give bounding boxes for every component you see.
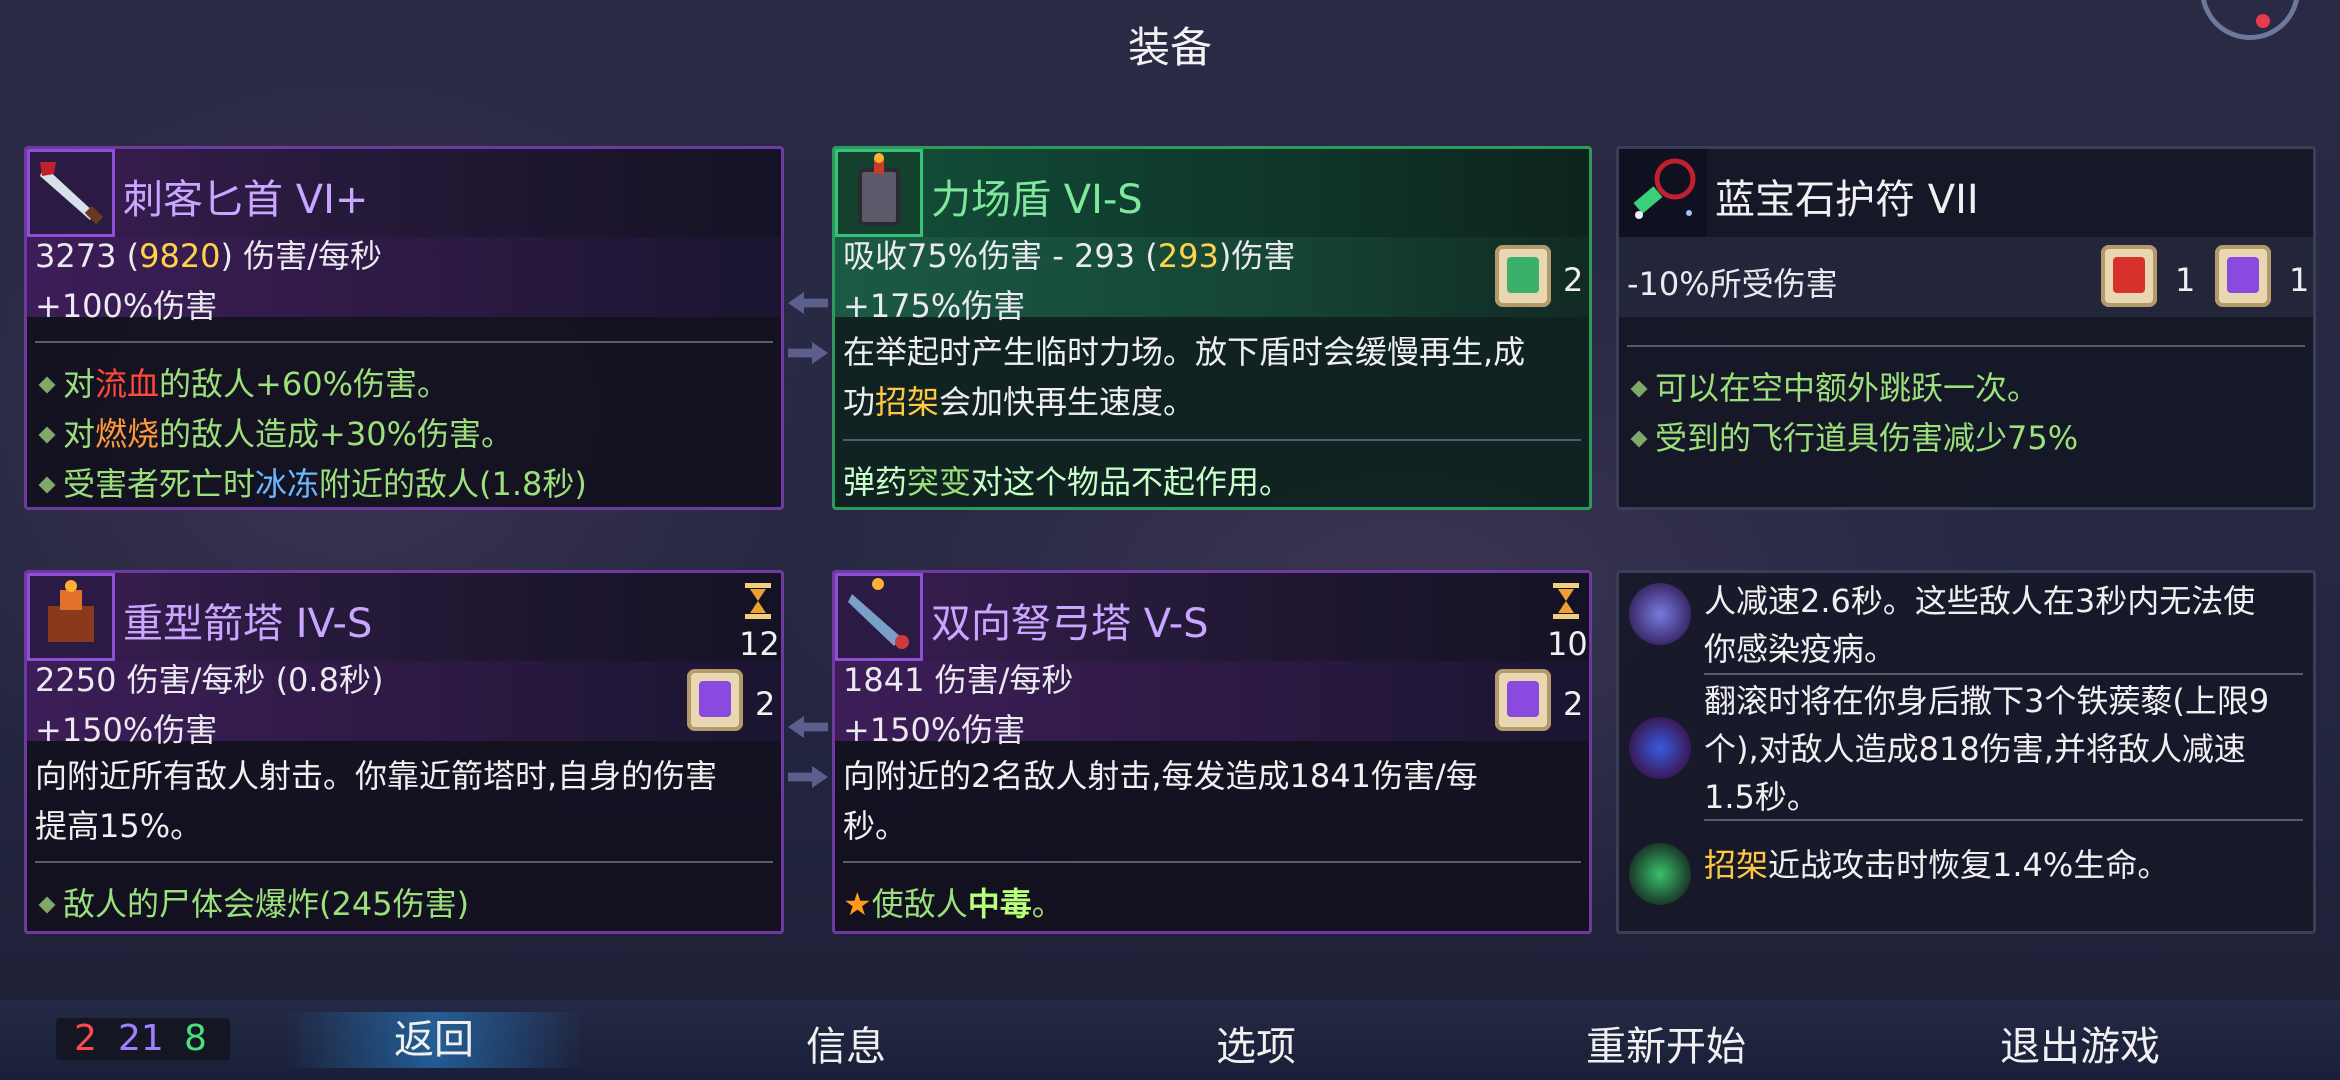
page-title: 装备 (1127, 23, 1212, 72)
crossbow-icon (835, 573, 923, 661)
tactics-scroll-icon (2215, 245, 2271, 307)
damage-bonus: +100%伤害 (35, 287, 218, 325)
tactics-scroll-icon (1495, 669, 1551, 731)
scroll-count: 2 (755, 685, 776, 723)
item-name: 刺客匕首 VI+ (123, 177, 369, 223)
bullet-icon (38, 376, 56, 394)
cooldown-value: 12 (739, 625, 780, 663)
tactics-scroll-icon (687, 669, 743, 731)
bullet-icon (1630, 430, 1648, 448)
divider (843, 439, 1581, 441)
amulet-icon (1619, 149, 1707, 237)
item-description: 向附近的2名敌人射击,每发造成1841伤害/每 秒。 (843, 757, 1478, 845)
caltrops-mutation-icon (1629, 717, 1691, 779)
divider (843, 861, 1581, 863)
affix-freeze: 受害者死亡时冰冻附近的敌人(1.8秒) (35, 459, 587, 505)
green-count: 8 (184, 1018, 207, 1059)
item-card-double-crossbow[interactable]: 双向弩弓塔 V-S 10 1841 伤害/每秒 +150%伤害 2 向附近的2名… (832, 570, 1592, 934)
turret-icon (27, 573, 115, 661)
star-icon: ★ (843, 885, 872, 923)
damage-bonus: +150%伤害 (843, 711, 1026, 749)
divider (35, 861, 773, 863)
quit-button[interactable]: 退出游戏 (1930, 1014, 2230, 1072)
affix-poison: ★使敌人中毒。 (843, 885, 1064, 923)
bullet-icon (38, 896, 56, 914)
scroll-count: 2 (1563, 261, 1584, 299)
damage-reduction: -10%所受伤害 (1627, 265, 1838, 303)
item-description: 在举起时产生临时力场。放下盾时会缓慢再生,成 功招架会加快再生速度。 (843, 333, 1526, 421)
affix-corpse-explode: 敌人的尸体会爆炸(245伤害) (35, 879, 469, 925)
health-scroll-icon (1495, 245, 1551, 307)
item-card-sapphire-amulet[interactable]: 蓝宝石护符 VII -10%所受伤害 1 1 可以在空中额外跳跃一次。 受到的飞… (1616, 146, 2316, 510)
item-name: 蓝宝石护符 VII (1715, 177, 1979, 223)
damage-bonus: +175%伤害 (843, 287, 1026, 325)
red-count: 2 (74, 1018, 97, 1059)
shield-icon (835, 149, 923, 237)
restart-button[interactable]: 重新开始 (1516, 1014, 1816, 1072)
mutation-text: 招架近战攻击时恢复1.4%生命。 (1704, 846, 2170, 884)
bottom-nav-bar: 2 21 8 返回 信息 选项 重新开始 退出游戏 (0, 1000, 2340, 1080)
cell-counter: 2 21 8 (56, 1018, 230, 1060)
item-name: 重型箭塔 IV-S (123, 601, 373, 647)
damage-bonus: +150%伤害 (35, 711, 218, 749)
dps-line: 1841 伤害/每秒 (843, 661, 1074, 699)
dps-line: 2250 伤害/每秒 (0.8秒) (35, 661, 384, 699)
purple-count: 21 (118, 1018, 164, 1059)
options-button[interactable]: 选项 (1106, 1014, 1406, 1072)
swap-right-arrow-icon[interactable] (788, 766, 828, 788)
scroll-count: 2 (1563, 685, 1584, 723)
scroll-count: 1 (2289, 261, 2310, 299)
divider (1704, 673, 2303, 675)
back-button[interactable]: 返回 (284, 1012, 584, 1068)
item-description: 向附近所有敌人射击。你靠近箭塔时,自身的伤害 提高15%。 (35, 757, 718, 845)
bullet-icon (1630, 380, 1648, 398)
affix-projectile-resist: 受到的飞行道具伤害减少75% (1627, 413, 2078, 459)
mutation-text: 翻滚时将在你身后撒下3个铁蒺藜(上限9 个),对敌人造成818伤害,并将敌人减速… (1704, 682, 2270, 816)
item-card-force-shield[interactable]: 力场盾 VI-S 吸收75%伤害 - 293 (293)伤害 +175%伤害 2… (832, 146, 1592, 510)
item-name: 力场盾 VI-S (931, 177, 1143, 223)
affix-burn: 对燃烧的敌人造成+30%伤害。 (35, 409, 513, 455)
divider (1704, 819, 2303, 821)
affix-bleed: 对流血的敌人+60%伤害。 (35, 359, 449, 405)
cooldown-value: 10 (1547, 625, 1588, 663)
hourglass-icon (745, 583, 771, 619)
brutality-scroll-icon (2101, 245, 2157, 307)
bullet-icon (38, 476, 56, 494)
scroll-count: 1 (2175, 261, 2196, 299)
mutation-text: 人减速2.6秒。这些敌人在3秒内无法使 你感染疫病。 (1704, 582, 2256, 668)
frost-mutation-icon (1629, 583, 1691, 645)
hourglass-icon (1553, 583, 1579, 619)
item-name: 双向弩弓塔 V-S (931, 601, 1209, 647)
mutations-panel: 人减速2.6秒。这些敌人在3秒内无法使 你感染疫病。 翻滚时将在你身后撒下3个铁… (1616, 570, 2316, 934)
affix-double-jump: 可以在空中额外跳跃一次。 (1627, 363, 2039, 409)
info-button[interactable]: 信息 (696, 1014, 996, 1072)
dagger-icon (27, 149, 115, 237)
bullet-icon (38, 426, 56, 444)
notification-dot (2256, 14, 2270, 28)
divider (35, 341, 773, 343)
item-card-assassin-dagger[interactable]: 刺客匕首 VI+ 3273 (9820) 伤害/每秒 +100%伤害 对流血的敌… (24, 146, 784, 510)
absorb-line: 吸收75%伤害 - 293 (293)伤害 (843, 237, 1296, 275)
swap-right-arrow-icon[interactable] (788, 342, 828, 364)
mutation-note: 弹药突变对这个物品不起作用。 (843, 463, 1292, 501)
swap-left-arrow-icon[interactable] (788, 716, 828, 738)
parry-heal-mutation-icon (1629, 843, 1691, 905)
item-card-heavy-turret[interactable]: 重型箭塔 IV-S 12 2250 伤害/每秒 (0.8秒) +150%伤害 2… (24, 570, 784, 934)
divider (1627, 345, 2305, 347)
dps-line: 3273 (9820) 伤害/每秒 (35, 237, 382, 275)
swap-left-arrow-icon[interactable] (788, 292, 828, 314)
